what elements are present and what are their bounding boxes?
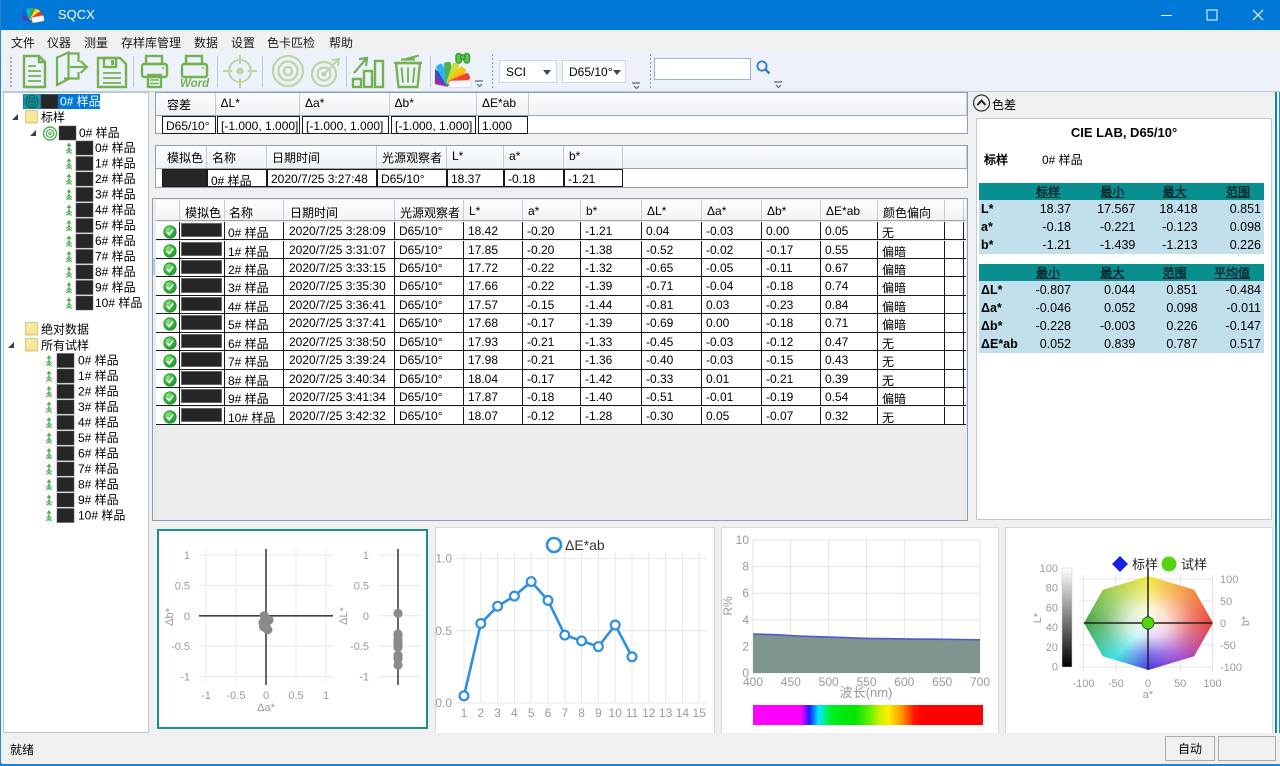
svg-text:标样: 标样 bbox=[1132, 557, 1158, 572]
svg-text:6# 样品: 6# 样品 bbox=[78, 446, 119, 461]
svg-text:1.0: 1.0 bbox=[436, 552, 452, 566]
svg-text:0.5: 0.5 bbox=[175, 580, 190, 592]
svg-text:1: 1 bbox=[184, 550, 190, 562]
svg-text:-1: -1 bbox=[359, 672, 369, 684]
svg-text:Word: Word bbox=[180, 78, 210, 90]
svg-text:1: 1 bbox=[323, 690, 329, 702]
svg-text:40: 40 bbox=[1046, 622, 1058, 634]
svg-text:8: 8 bbox=[578, 706, 585, 720]
svg-text:7: 7 bbox=[561, 706, 568, 720]
svg-text:-100: -100 bbox=[1072, 678, 1094, 690]
svg-text:50: 50 bbox=[1174, 678, 1186, 690]
svg-text:8: 8 bbox=[742, 560, 749, 574]
svg-text:8# 样品: 8# 样品 bbox=[95, 264, 136, 279]
svg-text:1# 样品: 1# 样品 bbox=[95, 156, 136, 171]
svg-text:Δb*: Δb* bbox=[164, 607, 176, 625]
svg-text:60: 60 bbox=[1046, 602, 1058, 614]
svg-text:ΔL*: ΔL* bbox=[338, 606, 350, 624]
svg-text:1: 1 bbox=[363, 550, 369, 562]
svg-text:9: 9 bbox=[595, 706, 602, 720]
svg-text:7# 样品: 7# 样品 bbox=[78, 461, 119, 476]
svg-text:-50: -50 bbox=[1220, 640, 1236, 652]
svg-text:L*: L* bbox=[1032, 612, 1044, 623]
svg-text:0# 样品: 0# 样品 bbox=[60, 94, 101, 109]
svg-text:7# 样品: 7# 样品 bbox=[95, 249, 136, 264]
svg-text:6: 6 bbox=[742, 586, 749, 600]
svg-text:-0.5: -0.5 bbox=[350, 641, 369, 653]
svg-text:-100: -100 bbox=[1220, 662, 1242, 674]
svg-text:14: 14 bbox=[676, 706, 690, 720]
svg-text:绝对数据: 绝对数据 bbox=[41, 322, 89, 337]
svg-text:15: 15 bbox=[693, 706, 707, 720]
svg-text:6# 样品: 6# 样品 bbox=[95, 233, 136, 248]
svg-text:100: 100 bbox=[1040, 563, 1058, 575]
svg-text:20: 20 bbox=[1046, 642, 1058, 654]
svg-text:650: 650 bbox=[932, 675, 952, 689]
svg-text:4: 4 bbox=[742, 613, 749, 627]
svg-text:1# 样品: 1# 样品 bbox=[78, 368, 119, 383]
svg-text:0# 样品: 0# 样品 bbox=[78, 353, 119, 368]
svg-text:5# 样品: 5# 样品 bbox=[95, 218, 136, 233]
svg-text:6: 6 bbox=[545, 706, 552, 720]
svg-text:4# 样品: 4# 样品 bbox=[95, 202, 136, 217]
svg-text:10# 样品: 10# 样品 bbox=[95, 295, 142, 310]
svg-text:5: 5 bbox=[528, 706, 535, 720]
svg-text:450: 450 bbox=[781, 675, 801, 689]
svg-text:2: 2 bbox=[477, 706, 484, 720]
svg-text:波长(nm): 波长(nm) bbox=[840, 685, 893, 700]
svg-text:-1: -1 bbox=[180, 672, 190, 684]
svg-text:50: 50 bbox=[1220, 596, 1232, 608]
svg-text:0.5: 0.5 bbox=[288, 690, 303, 702]
svg-text:13: 13 bbox=[659, 706, 673, 720]
svg-text:0: 0 bbox=[1052, 662, 1058, 674]
svg-text:-0.5: -0.5 bbox=[171, 641, 190, 653]
svg-text:4: 4 bbox=[511, 706, 518, 720]
svg-text:10: 10 bbox=[736, 533, 750, 547]
svg-text:400: 400 bbox=[743, 675, 763, 689]
svg-text:5# 样品: 5# 样品 bbox=[78, 430, 119, 445]
svg-text:10# 样品: 10# 样品 bbox=[78, 508, 125, 523]
svg-text:试样: 试样 bbox=[1181, 557, 1207, 572]
svg-text:0.5: 0.5 bbox=[354, 580, 369, 592]
svg-text:a*: a* bbox=[1143, 689, 1154, 701]
svg-text:3# 样品: 3# 样品 bbox=[78, 399, 119, 414]
svg-text:80: 80 bbox=[1046, 583, 1058, 595]
svg-text:-0.5: -0.5 bbox=[227, 690, 246, 702]
svg-text:1: 1 bbox=[461, 706, 468, 720]
svg-text:R%: R% bbox=[722, 596, 735, 616]
svg-text:ΔE*ab: ΔE*ab bbox=[565, 537, 605, 553]
svg-text:12: 12 bbox=[642, 706, 656, 720]
svg-text:2# 样品: 2# 样品 bbox=[95, 171, 136, 186]
svg-text:2: 2 bbox=[742, 639, 749, 653]
svg-text:0: 0 bbox=[1220, 618, 1226, 630]
svg-text:4# 样品: 4# 样品 bbox=[78, 415, 119, 430]
svg-text:11: 11 bbox=[626, 706, 639, 720]
svg-text:所有试样: 所有试样 bbox=[41, 338, 89, 353]
svg-text:0.0: 0.0 bbox=[436, 696, 452, 710]
svg-text:b*: b* bbox=[1240, 615, 1252, 626]
svg-text:8# 样品: 8# 样品 bbox=[78, 477, 119, 492]
svg-text:Δa*: Δa* bbox=[257, 702, 275, 714]
svg-text:2# 样品: 2# 样品 bbox=[78, 384, 119, 399]
svg-text:10: 10 bbox=[609, 706, 623, 720]
svg-text:0: 0 bbox=[263, 690, 269, 702]
svg-text:0.5: 0.5 bbox=[436, 624, 452, 638]
svg-text:3: 3 bbox=[494, 706, 501, 720]
svg-text:600: 600 bbox=[894, 675, 914, 689]
svg-text:-50: -50 bbox=[1108, 678, 1124, 690]
svg-text:700: 700 bbox=[970, 675, 990, 689]
svg-text:0: 0 bbox=[184, 611, 190, 623]
svg-text:标样: 标样 bbox=[41, 110, 65, 125]
svg-text:500: 500 bbox=[819, 675, 839, 689]
svg-text:0# 样品: 0# 样品 bbox=[95, 140, 136, 155]
svg-text:3# 样品: 3# 样品 bbox=[95, 187, 136, 202]
svg-text:0# 样品: 0# 样品 bbox=[79, 125, 120, 140]
svg-text:9# 样品: 9# 样品 bbox=[78, 492, 119, 507]
svg-text:100: 100 bbox=[1220, 574, 1238, 586]
svg-text:100: 100 bbox=[1203, 678, 1221, 690]
svg-text:-1: -1 bbox=[201, 690, 211, 702]
svg-text:0: 0 bbox=[363, 611, 369, 623]
svg-text:9# 样品: 9# 样品 bbox=[95, 280, 136, 295]
